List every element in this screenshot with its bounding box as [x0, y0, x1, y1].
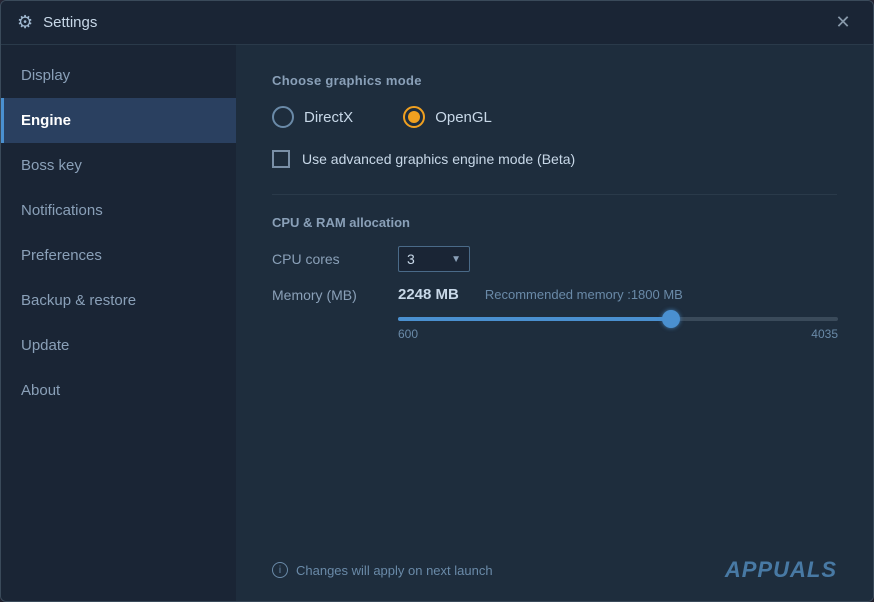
directx-radio[interactable] [272, 106, 294, 128]
info-icon: i [272, 562, 288, 578]
slider-min-label: 600 [398, 327, 418, 341]
cpu-select-arrow: ▼ [451, 254, 461, 265]
advanced-checkbox[interactable] [272, 150, 290, 168]
memory-label: Memory (MB) [272, 287, 382, 303]
opengl-option[interactable]: OpenGL [403, 106, 492, 128]
directx-label: DirectX [304, 109, 353, 126]
sidebar-item-update[interactable]: Update [1, 323, 236, 368]
sidebar: Display Engine Boss key Notifications Pr… [1, 45, 236, 601]
cpu-label: CPU cores [272, 251, 382, 267]
slider-labels: 600 4035 [398, 327, 838, 341]
cpu-value: 3 [407, 251, 415, 267]
memory-row: Memory (MB) 2248 MB Recommended memory :… [272, 286, 837, 303]
footer: i Changes will apply on next launch APPU… [272, 557, 837, 583]
close-button[interactable]: ✕ [829, 9, 857, 37]
sidebar-item-engine[interactable]: Engine [1, 98, 236, 143]
allocation-title: CPU & RAM allocation [272, 215, 837, 230]
main-panel: Choose graphics mode DirectX OpenGL Use … [236, 45, 873, 601]
sidebar-item-about[interactable]: About [1, 368, 236, 413]
advanced-label: Use advanced graphics engine mode (Beta) [302, 151, 575, 167]
directx-option[interactable]: DirectX [272, 106, 353, 128]
settings-window: ⚙ Settings ✕ Display Engine Boss key Not… [0, 0, 874, 602]
cpu-select[interactable]: 3 ▼ [398, 246, 470, 272]
allocation-section: CPU & RAM allocation CPU cores 3 ▼ Memor… [272, 194, 837, 341]
slider-fill [398, 317, 671, 321]
footer-note: i Changes will apply on next launch [272, 562, 493, 578]
window-title: Settings [43, 14, 829, 31]
settings-icon: ⚙ [17, 12, 33, 33]
footer-note-text: Changes will apply on next launch [296, 563, 493, 578]
brand-text: APPUALS [725, 557, 837, 582]
brand-logo: APPUALS [725, 557, 837, 583]
opengl-radio[interactable] [403, 106, 425, 128]
memory-slider-container: 600 4035 [398, 317, 837, 341]
memory-recommended: Recommended memory :1800 MB [485, 287, 683, 302]
graphics-mode-row: DirectX OpenGL [272, 106, 837, 128]
opengl-label: OpenGL [435, 109, 492, 126]
sidebar-item-boss-key[interactable]: Boss key [1, 143, 236, 188]
slider-track[interactable] [398, 317, 838, 321]
sidebar-item-notifications[interactable]: Notifications [1, 188, 236, 233]
sidebar-item-display[interactable]: Display [1, 53, 236, 98]
slider-max-label: 4035 [811, 327, 838, 341]
advanced-mode-row: Use advanced graphics engine mode (Beta) [272, 150, 837, 168]
titlebar: ⚙ Settings ✕ [1, 1, 873, 45]
graphics-section-title: Choose graphics mode [272, 73, 837, 88]
cpu-row: CPU cores 3 ▼ [272, 246, 837, 272]
sidebar-item-backup-restore[interactable]: Backup & restore [1, 278, 236, 323]
main-content: Display Engine Boss key Notifications Pr… [1, 45, 873, 601]
slider-thumb[interactable] [662, 310, 680, 328]
memory-value: 2248 MB [398, 286, 459, 303]
sidebar-item-preferences[interactable]: Preferences [1, 233, 236, 278]
